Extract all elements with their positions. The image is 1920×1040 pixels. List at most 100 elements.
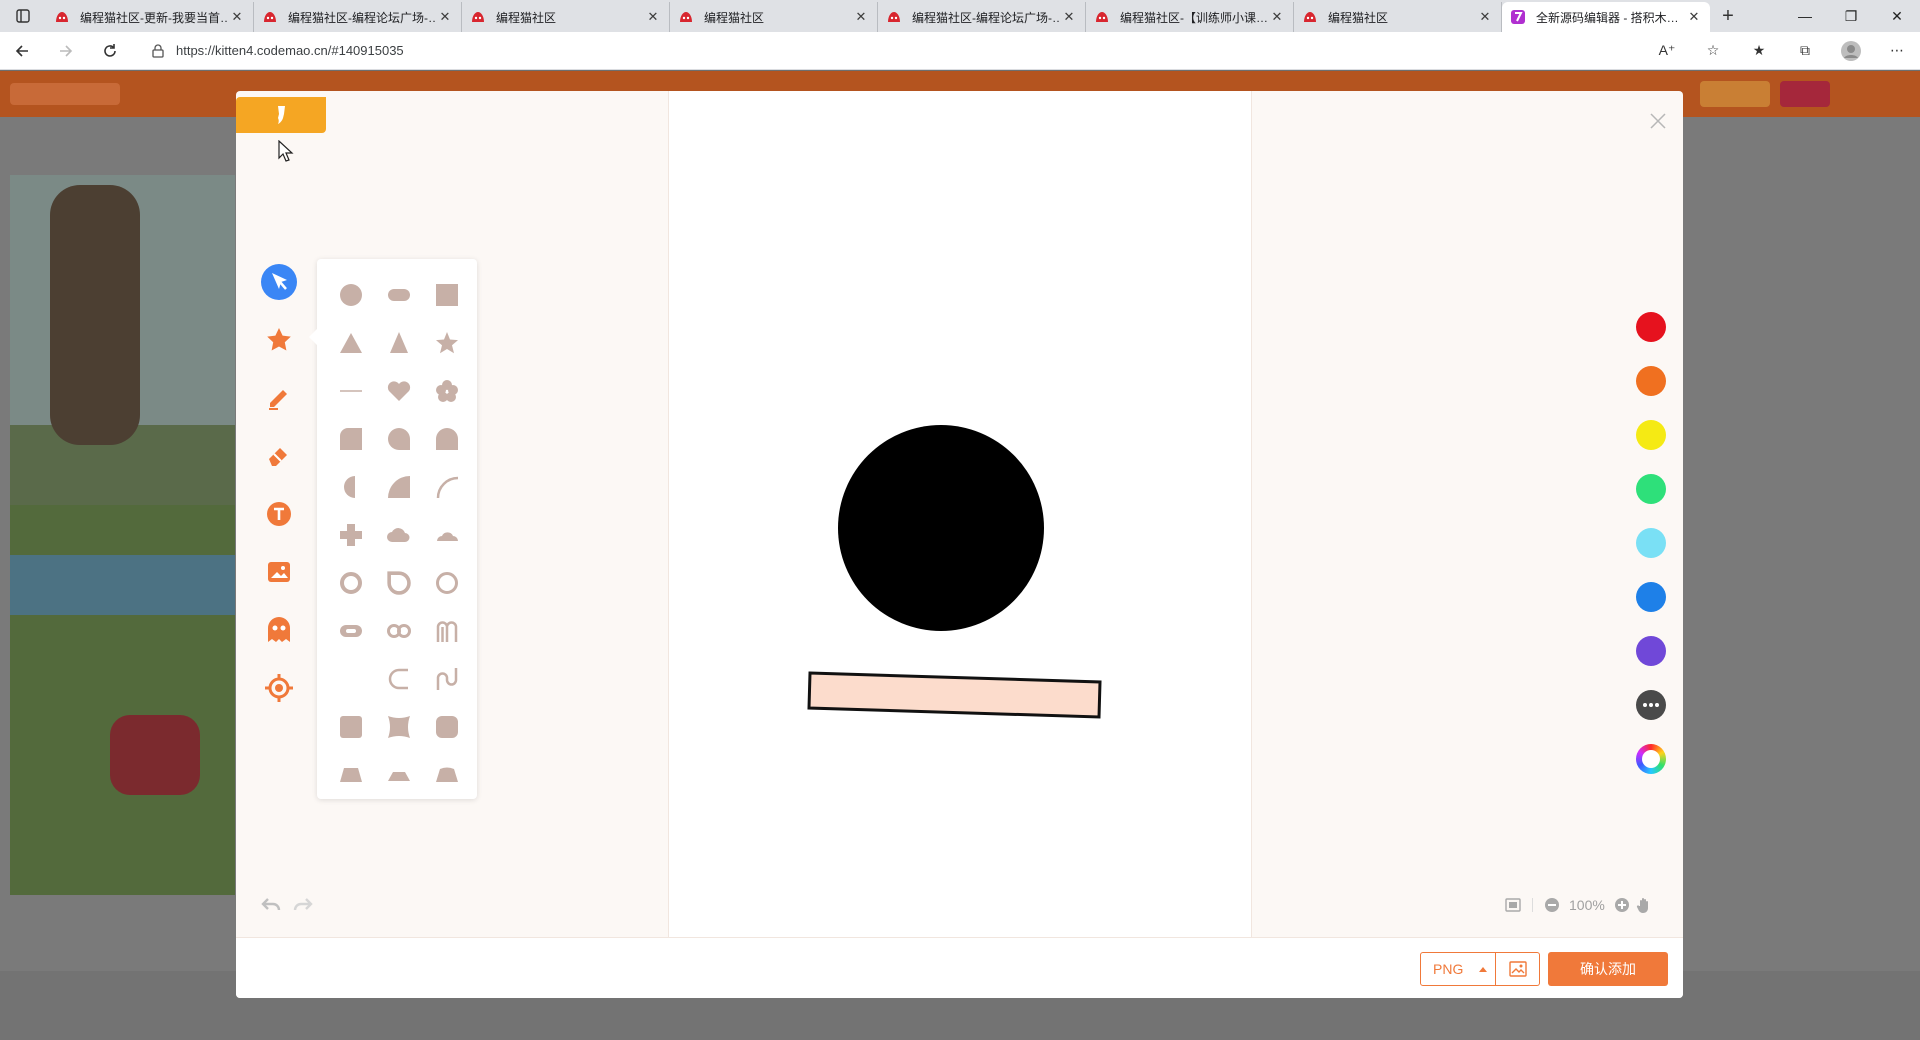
tab-close-icon[interactable]: ✕ [645,9,661,25]
shape-option-low-trapezoid[interactable] [375,751,423,799]
read-aloud-icon[interactable]: A⁺ [1644,32,1690,70]
address-bar[interactable]: https://kitten4.codemao.cn/#140915035 [142,36,1642,66]
shape-option-ring-thin[interactable] [423,559,471,607]
browser-tab[interactable]: 编程猫社区-编程论坛广场-… ✕ [254,2,462,32]
forward-button[interactable] [44,32,88,70]
reload-button[interactable] [88,32,132,70]
shape-option-dome-trapezoid[interactable] [423,751,471,799]
browser-tab[interactable]: 编程猫社区 ✕ [462,2,670,32]
color-swatch[interactable] [1636,474,1666,504]
select-tool[interactable] [256,259,302,305]
shape-option-isosceles-triangle[interactable] [375,319,423,367]
shape-option-arc[interactable] [423,463,471,511]
zoom-out-button[interactable] [1541,895,1563,915]
tab-close-icon[interactable]: ✕ [1686,9,1702,25]
zoom-in-button[interactable] [1611,895,1633,915]
editor-tag[interactable] [236,97,326,133]
tab-close-icon[interactable]: ✕ [1269,9,1285,25]
restore-button[interactable]: ❐ [1828,0,1874,32]
export-image-button[interactable] [1496,952,1540,986]
shape-option-n-shape[interactable] [423,655,471,703]
tab-close-icon[interactable]: ✕ [229,9,245,25]
fit-canvas-button[interactable] [1502,895,1524,915]
shape-row [327,655,477,703]
shape-option-rounded-rect[interactable] [375,271,423,319]
tab-close-icon[interactable]: ✕ [1061,9,1077,25]
minimize-button[interactable]: — [1782,0,1828,32]
shape-option-double-ring[interactable] [375,607,423,655]
shape-option-flat-cloud[interactable] [423,511,471,559]
color-swatch[interactable] [1636,366,1666,396]
shape-option-leaf-square[interactable] [375,415,423,463]
pen-tool[interactable] [256,375,302,421]
lock-icon [152,43,164,58]
redo-button[interactable] [292,894,314,916]
new-tab-button[interactable]: + [1710,0,1746,32]
eraser-tool[interactable] [256,433,302,479]
shape-option-round-corner-square[interactable] [327,415,375,463]
profile-avatar[interactable] [1828,32,1874,70]
color-swatch[interactable] [1636,420,1666,450]
tab-title: 编程猫社区 [1328,10,1389,25]
shape-tool[interactable] [256,317,302,363]
shape-option-cloud[interactable] [375,511,423,559]
shape-option-m-shape[interactable] [423,607,471,655]
shape-option-crescent[interactable] [327,655,375,703]
shape-option-rounded-ring[interactable] [375,559,423,607]
add-favorite-icon[interactable]: ☆ [1690,32,1736,70]
undo-button[interactable] [260,894,282,916]
shape-option-trapezoid[interactable] [327,751,375,799]
shape-option-c-shape[interactable] [375,655,423,703]
shape-option-square[interactable] [423,271,471,319]
shape-option-circle[interactable] [327,271,375,319]
tab-close-icon[interactable]: ✕ [853,9,869,25]
format-select[interactable]: PNG [1420,952,1496,986]
more-menu-icon[interactable]: ⋯ [1874,32,1920,70]
shape-option-squircle[interactable] [423,703,471,751]
browser-tab[interactable]: 编程猫社区-更新-我要当首… ✕ [46,2,254,32]
shape-option-flower[interactable] [423,367,471,415]
shape-option-ring[interactable] [327,559,375,607]
browser-tab[interactable]: 编程猫社区 ✕ [1294,2,1502,32]
shape-option-line[interactable] [327,367,375,415]
image-tool[interactable] [256,549,302,595]
canvas-rectangle-object[interactable] [807,671,1102,719]
center-tool[interactable] [256,665,302,711]
shape-option-concave-square[interactable] [375,703,423,751]
tab-close-icon[interactable]: ✕ [437,9,453,25]
double-ring-shape-icon [387,624,411,638]
color-wheel-button[interactable] [1636,744,1666,774]
character-tool[interactable] [256,607,302,653]
browser-tab[interactable]: 编程猫社区-【训练师小课… ✕ [1086,2,1294,32]
color-swatch[interactable] [1636,582,1666,612]
shape-option-half-circle[interactable] [327,463,375,511]
text-tool[interactable] [256,491,302,537]
pan-hand-button[interactable] [1633,895,1655,915]
codemao-favicon-icon [262,9,278,25]
browser-tab[interactable]: 全新源码编辑器 - 搭积木… ✕ [1502,2,1710,32]
shape-option-pill-ring[interactable] [327,607,375,655]
collections-icon[interactable]: ⧉ [1782,32,1828,70]
color-swatch[interactable] [1636,312,1666,342]
shape-option-heart[interactable] [375,367,423,415]
tab-close-icon[interactable]: ✕ [1477,9,1493,25]
shape-option-arch[interactable] [423,415,471,463]
more-colors-button[interactable] [1636,690,1666,720]
tab-actions-button[interactable] [0,0,46,32]
browser-tab[interactable]: 编程猫社区-编程论坛广场-… ✕ [878,2,1086,32]
dialog-close-button[interactable] [1646,109,1670,133]
color-swatch[interactable] [1636,636,1666,666]
confirm-add-button[interactable]: 确认添加 [1548,952,1668,986]
drawing-canvas[interactable] [668,91,1252,937]
shape-option-triangle[interactable] [327,319,375,367]
shape-option-quarter-circle[interactable] [375,463,423,511]
shape-option-cross[interactable] [327,511,375,559]
canvas-circle-object[interactable] [838,425,1044,631]
shape-option-star[interactable] [423,319,471,367]
window-close-button[interactable]: ✕ [1874,0,1920,32]
shape-option-rounded-square[interactable] [327,703,375,751]
back-button[interactable] [0,32,44,70]
favorites-icon[interactable]: ★ [1736,32,1782,70]
browser-tab[interactable]: 编程猫社区 ✕ [670,2,878,32]
color-swatch[interactable] [1636,528,1666,558]
